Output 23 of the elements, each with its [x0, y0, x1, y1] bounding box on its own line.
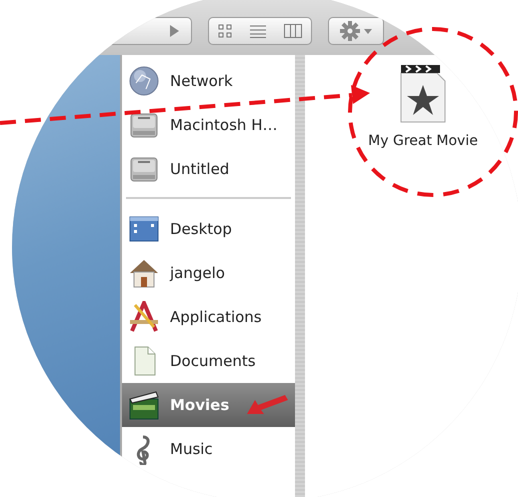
sidebar-item[interactable]: Network — [122, 59, 295, 103]
list-view-icon[interactable] — [250, 24, 266, 38]
home-icon — [128, 257, 160, 289]
movies-icon — [128, 389, 160, 421]
sidebar-item[interactable]: Documents — [122, 339, 295, 383]
column-view-icon[interactable] — [284, 24, 302, 38]
sidebar-item[interactable]: Macintosh H… — [122, 103, 295, 147]
sidebar-item[interactable]: Desktop — [122, 207, 295, 251]
sidebar-item[interactable]: Applications — [122, 295, 295, 339]
sidebar-item[interactable]: Music — [122, 427, 295, 471]
forward-icon — [169, 25, 179, 37]
movie-file-icon — [400, 65, 446, 123]
pointer-arrow-icon — [245, 394, 289, 416]
sidebar-item[interactable]: Movies — [122, 383, 295, 427]
icon-view-icon[interactable] — [218, 24, 232, 38]
network-icon — [128, 65, 160, 97]
caret-icon — [364, 28, 372, 34]
sidebar-item[interactable]: jangelo — [122, 251, 295, 295]
gear-icon — [340, 21, 360, 41]
file-name: My Great Movie — [368, 132, 478, 151]
applications-icon — [128, 301, 160, 333]
sidebar-item[interactable]: Untitled — [122, 147, 295, 191]
action-menu-button[interactable] — [328, 17, 384, 45]
